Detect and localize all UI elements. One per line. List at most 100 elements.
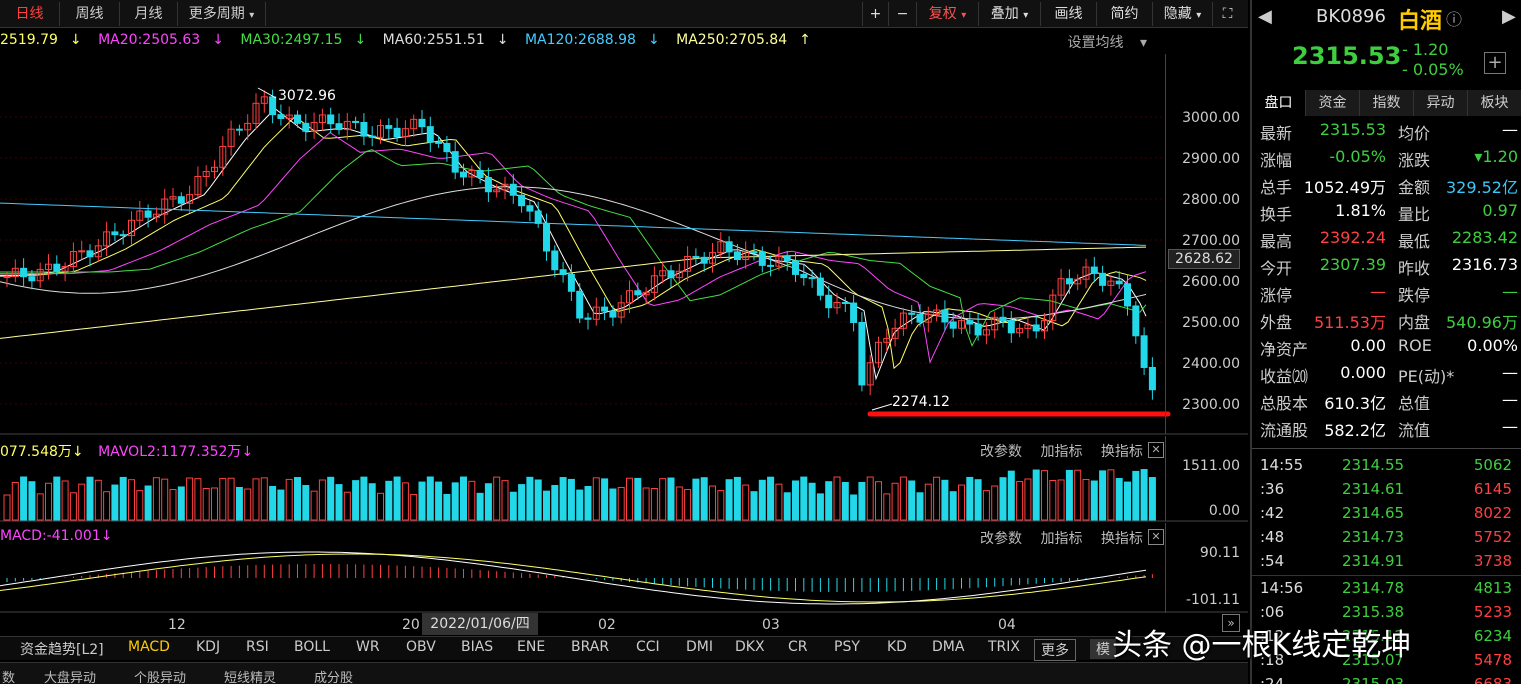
close-icon[interactable]: ✕: [1148, 442, 1164, 458]
switch-indicator-button[interactable]: 换指标: [1101, 444, 1143, 460]
candle-body: [733, 251, 741, 260]
ind-tab-macd[interactable]: MACD: [128, 639, 170, 655]
ind-tab[interactable]: OBV: [406, 639, 436, 655]
volume-bar: [1115, 477, 1123, 521]
draw-line-button[interactable]: 画线: [1040, 2, 1096, 26]
bottom-tab[interactable]: 短线精灵: [224, 667, 276, 684]
bottom-tab[interactable]: 成分股: [314, 667, 353, 684]
period-weekly[interactable]: 周线: [60, 2, 120, 26]
stat-value: 0.00: [1350, 336, 1386, 355]
volume-bar: [493, 476, 501, 521]
ind-tab[interactable]: RSI: [246, 639, 269, 655]
ind-tab[interactable]: DMA: [932, 639, 964, 655]
stat-label: ROE: [1398, 336, 1432, 355]
fullscreen-icon[interactable]: ⛶: [1212, 2, 1242, 26]
ind-tab[interactable]: ENE: [517, 639, 545, 655]
stat-value: 1.81%: [1335, 201, 1386, 220]
ind-tab[interactable]: BIAS: [461, 639, 493, 655]
switch-indicator-button[interactable]: 换指标: [1101, 531, 1143, 547]
volume-bar: [1132, 470, 1140, 521]
volume-bar: [302, 485, 310, 521]
prev-stock-icon[interactable]: ◀: [1258, 6, 1272, 27]
period-more[interactable]: 更多周期 ▾: [178, 2, 266, 26]
period-monthly[interactable]: 月线: [120, 2, 178, 26]
simple-mode-button[interactable]: 简约: [1096, 2, 1152, 26]
add-indicator-button[interactable]: 加指标: [1040, 444, 1082, 460]
date-tick: 03: [762, 617, 780, 633]
bottom-tab[interactable]: 数: [2, 667, 15, 684]
ma120-text: MA120:2688.98: [524, 32, 636, 48]
volume-bar: [551, 485, 559, 521]
macd-tools: 改参数 加指标 换指标: [966, 528, 1143, 548]
volume-bar: [758, 479, 766, 521]
tick-time: :06: [1260, 603, 1285, 621]
zoom-out-button[interactable]: −: [888, 2, 916, 26]
ind-tab[interactable]: KD: [887, 639, 907, 655]
volume-bar: [418, 481, 426, 521]
volume-bar: [360, 476, 368, 521]
volume-bar: [1148, 477, 1156, 521]
stat-label: 跌停: [1398, 286, 1431, 305]
macd-axis-top: 90.11: [1199, 545, 1240, 561]
bottom-tab[interactable]: 大盘异动: [44, 667, 96, 684]
add-watchlist-icon[interactable]: +: [1484, 52, 1506, 74]
volume-bar: [841, 481, 849, 521]
candle-body: [1099, 272, 1107, 286]
ind-tab[interactable]: BOLL: [294, 639, 330, 655]
volume-bar: [908, 480, 916, 521]
candle-body: [518, 194, 526, 207]
add-indicator-button[interactable]: 加指标: [1040, 531, 1082, 547]
ind-tab[interactable]: BRAR: [571, 639, 609, 655]
candle-body: [302, 122, 310, 132]
volume-bar: [601, 478, 609, 521]
candle-body: [1007, 320, 1015, 334]
fuquan-button[interactable]: 复权 ▾: [916, 2, 978, 26]
ind-tab[interactable]: CCI: [636, 639, 660, 655]
stat-value: 2392.24: [1319, 228, 1386, 247]
ma250-line: [0, 246, 1147, 339]
bottom-tab[interactable]: 个股异动: [134, 667, 186, 684]
candle-body: [335, 123, 343, 131]
ind-tab[interactable]: PSY: [834, 639, 860, 655]
hide-button[interactable]: 隐藏 ▾: [1152, 2, 1212, 26]
fuquan-label: 复权: [928, 6, 957, 22]
stat-row: 净资产 0.00 ROE 0.00%: [1256, 336, 1518, 363]
period-daily[interactable]: 日线: [0, 2, 60, 26]
price-tick: 2500.00: [1182, 315, 1240, 331]
ind-tab[interactable]: DMI: [686, 639, 713, 655]
more-indicators-button[interactable]: 更多: [1034, 639, 1076, 661]
tab-bankuai[interactable]: 板块: [1468, 90, 1521, 116]
stat-label: PE(动)*: [1398, 367, 1455, 386]
ind-tab[interactable]: DKX: [735, 639, 765, 655]
ind-tab[interactable]: 资金趋势[L2]: [20, 639, 104, 659]
next-stock-icon[interactable]: ▶: [1502, 6, 1516, 27]
overlay-button[interactable]: 叠加 ▾: [978, 2, 1040, 26]
change-params-button[interactable]: 改参数: [980, 531, 1022, 547]
ind-tab[interactable]: WR: [356, 639, 380, 655]
volume-bar: [385, 480, 393, 521]
candle-body: [484, 177, 492, 193]
ind-tab[interactable]: CR: [788, 639, 808, 655]
ind-tab[interactable]: KDJ: [196, 639, 220, 655]
stat-value: 2307.39: [1319, 255, 1386, 274]
tab-zijin[interactable]: 资金: [1306, 90, 1360, 116]
tab-yidong[interactable]: 异动: [1414, 90, 1468, 116]
stat-value: 582.2亿: [1324, 421, 1386, 440]
ind-tab[interactable]: TRIX: [988, 639, 1020, 655]
tab-pankou[interactable]: 盘口: [1252, 90, 1306, 116]
volume-bar: [526, 476, 534, 521]
stat-row: 总手 1052.49万 金额 329.52亿: [1256, 174, 1518, 201]
stat-value: 0.97: [1482, 201, 1518, 220]
zoom-in-button[interactable]: +: [862, 2, 888, 26]
tab-zhishu[interactable]: 指数: [1360, 90, 1414, 116]
stat-row: 涨停 — 跌停 —: [1256, 282, 1518, 309]
volume-bar: [310, 490, 318, 521]
ma-settings-button[interactable]: 设置均线 ▾: [1068, 32, 1147, 52]
tick-price: 2314.73: [1342, 528, 1405, 546]
macd-text: MACD:-41.001: [0, 528, 101, 544]
volume-bar: [1140, 469, 1148, 521]
info-icon[interactable]: ⓘ: [1446, 6, 1462, 30]
close-icon[interactable]: ✕: [1148, 529, 1164, 545]
candle-body: [750, 251, 758, 254]
change-params-button[interactable]: 改参数: [980, 444, 1022, 460]
